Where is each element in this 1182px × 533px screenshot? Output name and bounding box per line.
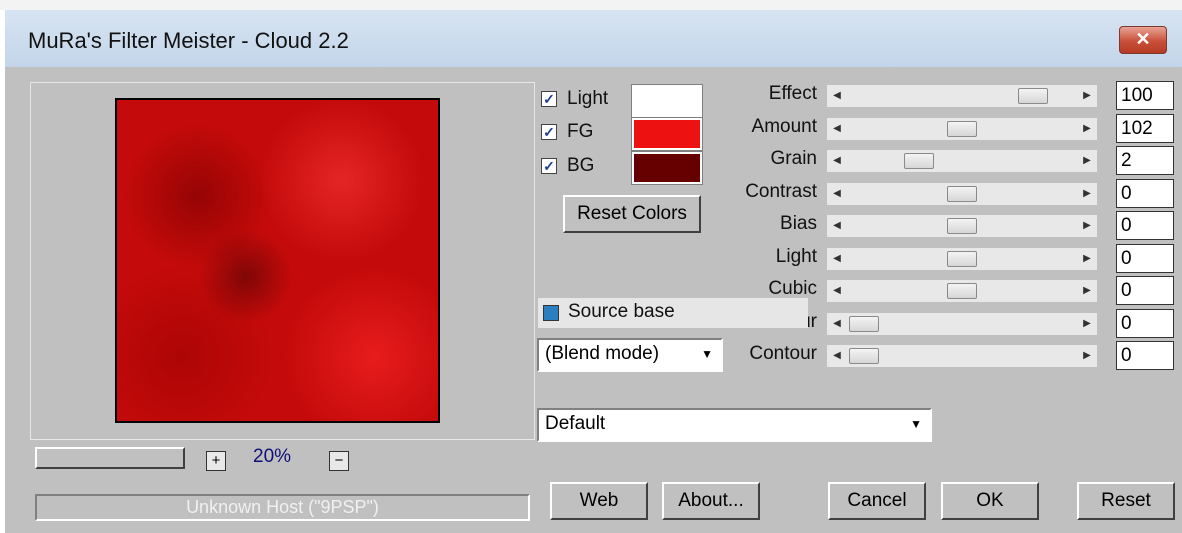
arrow-left-icon[interactable]: ◀ — [829, 150, 845, 172]
chevron-down-icon: ▼ — [701, 347, 713, 361]
close-button[interactable]: ✕ — [1119, 26, 1167, 54]
preview-image[interactable] — [115, 98, 440, 423]
slider-thumb[interactable] — [947, 186, 977, 202]
arrow-left-icon[interactable]: ◀ — [829, 345, 845, 367]
slider-label-contrast: Contrast — [745, 181, 817, 202]
preset-value: Default — [545, 413, 606, 434]
arrow-left-icon[interactable]: ◀ — [829, 183, 845, 205]
arrow-right-icon[interactable]: ▶ — [1079, 345, 1095, 367]
slider-value-blur[interactable]: 0 — [1116, 309, 1174, 338]
arrow-right-icon[interactable]: ▶ — [1079, 183, 1095, 205]
slider-contrast[interactable]: ◀ ▶ — [827, 183, 1097, 205]
slider-blur[interactable]: ◀ ▶ — [827, 313, 1097, 335]
slider-label-grain: Grain — [770, 148, 817, 169]
slider-label-cubic: Cubic — [768, 278, 817, 299]
slider-value-amount[interactable]: 102 — [1116, 114, 1174, 143]
slider-value-contrast[interactable]: 0 — [1116, 179, 1174, 208]
arrow-right-icon[interactable]: ▶ — [1079, 85, 1095, 107]
arrow-left-icon[interactable]: ◀ — [829, 118, 845, 140]
chevron-down-icon: ▼ — [910, 417, 922, 431]
check-icon: ✓ — [543, 124, 555, 140]
source-base-option[interactable]: Source base — [538, 298, 808, 328]
source-base-label: Source base — [568, 301, 675, 322]
arrow-right-icon[interactable]: ▶ — [1079, 118, 1095, 140]
slider-value-light[interactable]: 0 — [1116, 244, 1174, 273]
arrow-right-icon[interactable]: ▶ — [1079, 280, 1095, 302]
arrow-right-icon[interactable]: ▶ — [1079, 313, 1095, 335]
slider-value-grain[interactable]: 2 — [1116, 146, 1174, 175]
slider-thumb[interactable] — [849, 316, 879, 332]
arrow-left-icon[interactable]: ◀ — [829, 215, 845, 237]
zoom-level: 20% — [253, 446, 292, 467]
slider-cubic[interactable]: ◀ ▶ — [827, 280, 1097, 302]
slider-bias[interactable]: ◀ ▶ — [827, 215, 1097, 237]
slider-value-effect[interactable]: 100 — [1116, 81, 1174, 110]
ok-button[interactable]: OK — [941, 482, 1039, 520]
slider-contour[interactable]: ◀ ▶ — [827, 345, 1097, 367]
slider-thumb[interactable] — [947, 283, 977, 299]
check-icon: ✓ — [543, 158, 555, 174]
source-base-checkbox[interactable] — [543, 305, 559, 321]
arrow-right-icon[interactable]: ▶ — [1079, 248, 1095, 270]
slider-thumb[interactable] — [947, 218, 977, 234]
light-checkbox[interactable]: ✓ — [541, 91, 557, 107]
slider-thumb[interactable] — [947, 121, 977, 137]
check-icon: ✓ — [543, 91, 555, 107]
arrow-right-icon[interactable]: ▶ — [1079, 215, 1095, 237]
arrow-right-icon[interactable]: ▶ — [1079, 150, 1095, 172]
blend-mode-select[interactable]: (Blend mode) ▼ — [537, 338, 723, 372]
slider-thumb[interactable] — [904, 153, 934, 169]
minus-icon: − — [334, 452, 344, 469]
arrow-left-icon[interactable]: ◀ — [829, 248, 845, 270]
title-bar: MuRa's Filter Meister - Cloud 2.2 ✕ — [5, 10, 1182, 67]
window-title: MuRa's Filter Meister - Cloud 2.2 — [28, 28, 349, 53]
slider-light[interactable]: ◀ ▶ — [827, 248, 1097, 270]
slider-thumb[interactable] — [849, 348, 879, 364]
zoom-out-button[interactable]: − — [329, 451, 349, 471]
filter-dialog: MuRa's Filter Meister - Cloud 2.2 ✕ + 20… — [5, 10, 1182, 533]
about-button[interactable]: About... — [662, 482, 760, 520]
arrow-left-icon[interactable]: ◀ — [829, 85, 845, 107]
blend-mode-value: (Blend mode) — [545, 343, 660, 364]
background-strip — [0, 0, 1182, 10]
web-button[interactable]: Web — [550, 482, 648, 520]
slider-amount[interactable]: ◀ ▶ — [827, 118, 1097, 140]
slider-grain[interactable]: ◀ ▶ — [827, 150, 1097, 172]
host-status: Unknown Host ("9PSP") — [35, 494, 530, 521]
zoom-scrollbar[interactable] — [35, 447, 185, 469]
zoom-in-button[interactable]: + — [206, 451, 226, 471]
slider-thumb[interactable] — [1018, 88, 1048, 104]
plus-icon: + — [211, 452, 221, 469]
arrow-left-icon[interactable]: ◀ — [829, 313, 845, 335]
preview-panel — [30, 82, 535, 440]
slider-effect[interactable]: ◀ ▶ — [827, 85, 1097, 107]
reset-button[interactable]: Reset — [1077, 482, 1175, 520]
bg-checkbox[interactable]: ✓ — [541, 158, 557, 174]
slider-label-amount: Amount — [751, 116, 817, 137]
fg-checkbox[interactable]: ✓ — [541, 124, 557, 140]
cancel-button[interactable]: Cancel — [828, 482, 926, 520]
arrow-left-icon[interactable]: ◀ — [829, 280, 845, 302]
close-icon: ✕ — [1135, 29, 1151, 49]
preset-select[interactable]: Default ▼ — [537, 408, 932, 442]
slider-label-bias: Bias — [780, 213, 817, 234]
slider-value-contour[interactable]: 0 — [1116, 341, 1174, 370]
slider-label-effect: Effect — [768, 83, 817, 104]
slider-value-cubic[interactable]: 0 — [1116, 276, 1174, 305]
slider-label-light: Light — [775, 246, 817, 267]
slider-value-bias[interactable]: 0 — [1116, 211, 1174, 240]
slider-thumb[interactable] — [947, 251, 977, 267]
